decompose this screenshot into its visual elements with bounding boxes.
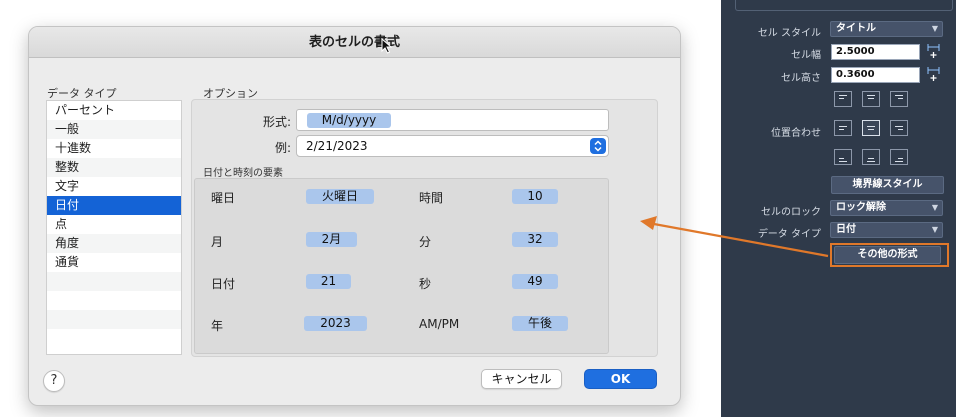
list-item-empty bbox=[47, 310, 181, 329]
panel-data-type-label: データ タイプ bbox=[757, 229, 821, 240]
weekday-token[interactable]: 火曜日 bbox=[306, 189, 374, 204]
list-item-empty bbox=[47, 291, 181, 310]
inspector-panel: セル スタイル タイトル ▼ セル幅 2.5000 セル高さ 0.3600 位置合… bbox=[721, 0, 956, 417]
align-label: 位置合わせ bbox=[771, 128, 821, 139]
month-token[interactable]: 2月 bbox=[306, 232, 357, 247]
screen: 表のセルの書式 データ タイプ パーセント 一般 十進数 整数 文字 日付 点 … bbox=[0, 0, 956, 417]
help-button[interactable]: ? bbox=[43, 370, 65, 392]
minute-label: 分 bbox=[419, 235, 432, 249]
example-label: 例: bbox=[274, 141, 291, 155]
border-style-button[interactable]: 境界線スタイル bbox=[831, 176, 944, 194]
panel-data-type-value: 日付 bbox=[836, 224, 856, 235]
list-item-selected[interactable]: 日付 bbox=[47, 196, 181, 215]
dialog-title: 表のセルの書式 bbox=[29, 27, 680, 58]
minute-token[interactable]: 32 bbox=[512, 232, 558, 247]
align-middle-left-button[interactable] bbox=[834, 120, 852, 136]
cell-lock-select[interactable]: ロック解除 ▼ bbox=[830, 200, 943, 216]
cell-width-input[interactable]: 2.5000 bbox=[831, 44, 920, 60]
panel-data-type-select[interactable]: 日付 ▼ bbox=[830, 222, 943, 238]
updown-chevron-icon[interactable] bbox=[590, 138, 606, 154]
month-label: 月 bbox=[211, 235, 224, 249]
ampm-token[interactable]: 午後 bbox=[512, 316, 568, 331]
elements-label: 日付と時刻の要素 bbox=[203, 168, 283, 179]
format-cell-dialog: 表のセルの書式 データ タイプ パーセント 一般 十進数 整数 文字 日付 点 … bbox=[28, 26, 681, 406]
weekday-label: 曜日 bbox=[211, 191, 236, 205]
list-item[interactable]: 十進数 bbox=[47, 139, 181, 158]
format-token[interactable]: M/d/yyyy bbox=[307, 113, 391, 128]
year-token[interactable]: 2023 bbox=[304, 316, 367, 331]
day-token[interactable]: 21 bbox=[306, 274, 351, 289]
cell-style-value: タイトル bbox=[836, 23, 876, 34]
hour-token[interactable]: 10 bbox=[512, 189, 558, 204]
mouse-cursor-icon bbox=[381, 38, 393, 54]
align-bottom-right-button[interactable] bbox=[890, 149, 908, 165]
cell-width-label: セル幅 bbox=[791, 50, 821, 61]
callout-highlight bbox=[830, 243, 949, 267]
list-item[interactable]: 点 bbox=[47, 215, 181, 234]
list-item[interactable]: 角度 bbox=[47, 234, 181, 253]
ampm-label: AM/PM bbox=[419, 317, 460, 331]
list-item[interactable]: 通貨 bbox=[47, 253, 181, 272]
fit-height-icon[interactable] bbox=[927, 67, 940, 81]
second-label: 秒 bbox=[419, 277, 432, 291]
list-item-empty bbox=[47, 272, 181, 291]
align-middle-right-button[interactable] bbox=[890, 120, 908, 136]
list-item[interactable]: 一般 bbox=[47, 120, 181, 139]
example-value: 2/21/2023 bbox=[306, 139, 368, 153]
align-top-right-button[interactable] bbox=[890, 91, 908, 107]
data-type-list: パーセント 一般 十進数 整数 文字 日付 点 角度 通貨 bbox=[46, 100, 182, 355]
format-field[interactable]: M/d/yyyy bbox=[296, 109, 609, 131]
example-select[interactable]: 2/21/2023 bbox=[296, 135, 609, 157]
data-type-label: データ タイプ bbox=[47, 87, 117, 100]
cell-style-select[interactable]: タイトル ▼ bbox=[830, 21, 943, 37]
list-item[interactable]: 整数 bbox=[47, 158, 181, 177]
cell-height-input[interactable]: 0.3600 bbox=[831, 67, 920, 83]
cell-style-label: セル スタイル bbox=[757, 28, 821, 39]
dropdown-arrow-icon: ▼ bbox=[931, 225, 938, 234]
dropdown-arrow-icon: ▼ bbox=[931, 24, 938, 33]
dropdown-arrow-icon: ▼ bbox=[931, 203, 938, 212]
cell-lock-label: セルのロック bbox=[761, 207, 821, 218]
year-label: 年 bbox=[211, 319, 224, 333]
hour-label: 時間 bbox=[419, 191, 444, 205]
align-middle-center-button[interactable] bbox=[862, 120, 880, 136]
fit-width-icon[interactable] bbox=[927, 44, 940, 58]
day-label: 日付 bbox=[211, 277, 236, 291]
align-top-center-button[interactable] bbox=[862, 91, 880, 107]
format-label: 形式: bbox=[262, 115, 291, 129]
ok-button[interactable]: OK bbox=[584, 369, 657, 389]
list-item-empty bbox=[47, 329, 181, 348]
align-top-left-button[interactable] bbox=[834, 91, 852, 107]
second-token[interactable]: 49 bbox=[512, 274, 558, 289]
align-bottom-left-button[interactable] bbox=[834, 149, 852, 165]
list-item[interactable]: 文字 bbox=[47, 177, 181, 196]
align-bottom-center-button[interactable] bbox=[862, 149, 880, 165]
cell-height-label: セル高さ bbox=[781, 73, 821, 84]
cancel-button[interactable]: キャンセル bbox=[481, 369, 562, 389]
cell-lock-value: ロック解除 bbox=[836, 202, 886, 213]
list-item[interactable]: パーセント bbox=[47, 101, 181, 120]
panel-section-border bbox=[735, 0, 953, 11]
